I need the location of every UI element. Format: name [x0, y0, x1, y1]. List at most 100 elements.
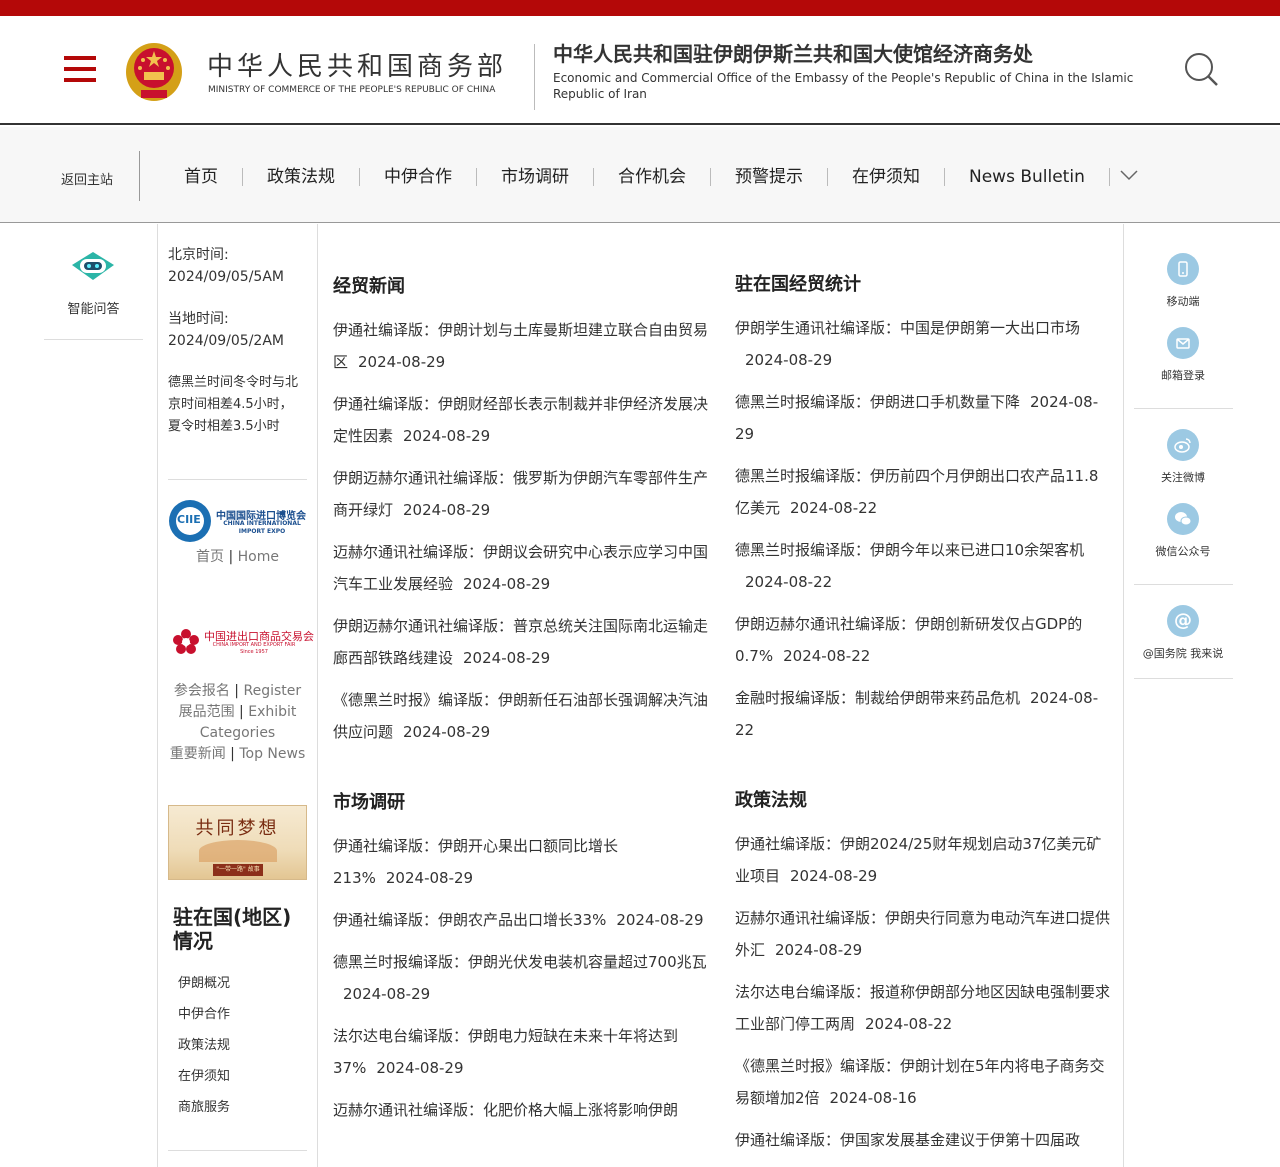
news-headline[interactable]: 德黑兰时报编译版：伊朗进口手机数量下降 — [735, 393, 1020, 411]
canton-news-cn-link[interactable]: 重要新闻 — [170, 746, 226, 762]
news-headline[interactable]: 伊通社编译版：伊朗财经部长表示制裁并非伊经济发展决定性因素 — [333, 395, 708, 445]
news-item[interactable]: 伊朗迈赫尔通讯社编译版：伊朗创新研发仅占GDP的0.7% 2024-08-22 — [735, 608, 1110, 672]
news-item[interactable]: 伊通社编译版：伊朗财经部长表示制裁并非伊经济发展决定性因素 2024-08-29 — [333, 388, 708, 452]
section-title[interactable]: 政策法规 — [735, 786, 1110, 816]
nav-item-opportunities[interactable]: 合作机会 — [594, 168, 711, 186]
dream-banner-title: 共同梦想 — [195, 818, 280, 839]
news-item[interactable]: 伊通社编译版：伊朗2024/25财年规划启动37亿美元矿业项目 2024-08-2… — [735, 828, 1110, 892]
section-title[interactable]: 市场调研 — [333, 788, 708, 818]
top-red-bar — [0, 0, 1280, 16]
news-date: 2024-08-29 — [385, 869, 474, 887]
region-link-overview[interactable]: 伊朗概况 — [178, 973, 230, 1004]
dream-banner-art — [199, 840, 277, 862]
news-item[interactable]: 迈赫尔通讯社编译版：化肥价格大幅上涨将影响伊朗 — [333, 1094, 708, 1126]
news-item[interactable]: 德黑兰时报编译版：伊朗光伏发电装机容量超过700兆瓦 2024-08-29 — [333, 946, 708, 1010]
news-item[interactable]: 伊通社编译版：伊朗农产品出口增长33% 2024-08-29 — [333, 904, 708, 936]
robot-icon[interactable] — [70, 248, 116, 284]
mobile-label: 移动端 — [1166, 295, 1200, 308]
news-item[interactable]: 迈赫尔通讯社编译版：伊朗议会研究中心表示应学习中国汽车工业发展经验 2024-08… — [333, 536, 708, 600]
search-icon[interactable] — [1183, 51, 1219, 87]
region-link-policy[interactable]: 政策法规 — [178, 1035, 230, 1066]
canton-exhibit-cn-link[interactable]: 展品范围 — [179, 704, 235, 720]
region-link-cooperation[interactable]: 中伊合作 — [178, 1004, 230, 1035]
beijing-time: 北京时间: 2024/09/05/5AM — [168, 244, 284, 288]
weibo-label: 关注微博 — [1161, 471, 1205, 484]
nav-item-alerts[interactable]: 预警提示 — [711, 168, 828, 186]
wechat-link[interactable]: 微信公众号 — [1134, 503, 1232, 559]
ciie-home-cn-link[interactable]: 首页 — [196, 549, 224, 565]
news-item[interactable]: 德黑兰时报编译版：伊历前四个月伊朗出口农产品11.8亿美元 2024-08-22 — [735, 460, 1110, 524]
canton-register-cn-link[interactable]: 参会报名 — [174, 683, 230, 699]
region-link-travel[interactable]: 商旅服务 — [178, 1097, 230, 1128]
news-item[interactable]: 伊朗迈赫尔通讯社编译版：俄罗斯为伊朗汽车零部件生产商开绿灯 2024-08-29 — [333, 462, 708, 526]
news-item[interactable]: 《德黑兰时报》编译版：伊朗计划在5年内将电子商务交易额增加2倍 2024-08-1… — [735, 1050, 1110, 1114]
news-item[interactable]: 德黑兰时报编译版：伊朗进口手机数量下降 2024-08-29 — [735, 386, 1110, 450]
news-item[interactable]: 伊朗迈赫尔通讯社编译版：普京总统关注国际南北运输走廊西部铁路线建设 2024-08… — [333, 610, 708, 674]
chevron-down-icon[interactable] — [1119, 167, 1139, 183]
nav-item-policy[interactable]: 政策法规 — [243, 168, 360, 186]
region-links: 伊朗概况 中伊合作 政策法规 在伊须知 商旅服务 — [178, 973, 230, 1128]
canton-flower-icon — [173, 629, 199, 654]
section-title[interactable]: 经贸新闻 — [333, 272, 708, 302]
canton-since: Since 1957 — [240, 649, 268, 655]
back-to-main-site-link[interactable]: 返回主站 — [61, 169, 113, 188]
news-item[interactable]: 迈赫尔通讯社编译版：伊朗央行同意为电动汽车进口提供外汇 2024-08-29 — [735, 902, 1110, 966]
ciie-home-en-link[interactable]: Home — [238, 549, 279, 565]
state-council-label: @国务院 我来说 — [1142, 647, 1224, 660]
news-date: 2024-08-29 — [790, 867, 878, 885]
nav-item-notice[interactable]: 在伊须知 — [828, 168, 945, 186]
news-headline[interactable]: 金融时报编译版：制裁给伊朗带来药品危机 — [735, 689, 1020, 707]
mail-login-link[interactable]: 邮箱登录 — [1134, 327, 1232, 383]
nav-item-market-research[interactable]: 市场调研 — [477, 168, 594, 186]
ciie-abbr: CIIE — [177, 513, 201, 526]
at-icon: @ — [1167, 605, 1199, 637]
state-council-link[interactable]: @ @国务院 我来说 — [1134, 605, 1232, 661]
main-nav: 返回主站 首页 政策法规 中伊合作 市场调研 合作机会 预警提示 在伊须知 Ne… — [0, 127, 1280, 223]
news-item[interactable]: 法尔达电台编译版：伊朗电力短缺在未来十年将达到37% 2024-08-29 — [333, 1020, 708, 1084]
canton-register-en-link[interactable]: Register — [243, 683, 301, 699]
news-headline[interactable]: 《德黑兰时报》编译版：伊朗新任石油部长强调解决汽油供应问题 — [333, 691, 708, 741]
mobile-link[interactable]: 移动端 — [1134, 253, 1232, 309]
nav-item-cooperation[interactable]: 中伊合作 — [360, 168, 477, 186]
menu-icon[interactable] — [64, 56, 96, 82]
ciie-links: 首页 | Home — [196, 549, 279, 565]
news-headline[interactable]: 伊通社编译版：伊国家发展基金建议于伊第十四届政 — [735, 1131, 1080, 1149]
news-item[interactable]: 伊朗学生通讯社编译版：中国是伊朗第一大出口市场 2024-08-29 — [735, 312, 1110, 376]
news-headline[interactable]: 伊通社编译版：伊朗开心果出口额同比增长213% — [333, 837, 618, 887]
news-headline[interactable]: 德黑兰时报编译版：伊朗光伏发电装机容量超过700兆瓦 — [333, 953, 707, 971]
national-emblem-icon[interactable] — [123, 38, 185, 102]
dream-banner-subtitle: "一带一路" 故事 — [213, 864, 263, 876]
wechat-icon — [1167, 503, 1199, 535]
news-headline[interactable]: 伊通社编译版：伊朗农产品出口增长33% — [333, 911, 606, 929]
news-section-market: 市场调研 伊通社编译版：伊朗开心果出口额同比增长213% 2024-08-29 伊… — [333, 788, 708, 1136]
news-item[interactable]: 伊通社编译版：伊国家发展基金建议于伊第十四届政 — [735, 1124, 1110, 1156]
ciie-logo[interactable]: CIIE 中国国际进口博览会 CHINA INTERNATIONAL IMPOR… — [168, 499, 308, 547]
news-section-trade: 经贸新闻 伊通社编译版：伊朗计划与土库曼斯坦建立联合自由贸易区 2024-08-2… — [333, 272, 708, 758]
canton-news-en-link[interactable]: Top News — [239, 746, 305, 762]
news-item[interactable]: 德黑兰时报编译版：伊朗今年以来已进口10余架客机 2024-08-22 — [735, 534, 1110, 598]
news-date: 2024-08-29 — [463, 575, 551, 593]
canton-links: 参会报名 | Register 展品范围 | Exhibit Categorie… — [169, 683, 306, 762]
region-link-notice[interactable]: 在伊须知 — [178, 1066, 230, 1097]
wechat-label: 微信公众号 — [1155, 545, 1211, 558]
news-item[interactable]: 伊通社编译版：伊朗开心果出口额同比增长213% 2024-08-29 — [333, 830, 708, 894]
office-title-cn: 中华人民共和国驻伊朗伊斯兰共和国大使馆经济商务处 — [553, 42, 1033, 66]
news-headline[interactable]: 德黑兰时报编译版：伊朗今年以来已进口10余架客机 — [735, 541, 1084, 559]
news-headline[interactable]: 《德黑兰时报》编译版：伊朗计划在5年内将电子商务交易额增加2倍 — [735, 1057, 1105, 1107]
nav-item-home[interactable]: 首页 — [160, 168, 243, 186]
news-item[interactable]: 金融时报编译版：制裁给伊朗带来药品危机 2024-08-22 — [735, 682, 1110, 746]
news-item[interactable]: 伊通社编译版：伊朗计划与土库曼斯坦建立联合自由贸易区 2024-08-29 — [333, 314, 708, 378]
news-headline[interactable]: 迈赫尔通讯社编译版：化肥价格大幅上涨将影响伊朗 — [333, 1101, 678, 1119]
section-title[interactable]: 驻在国经贸统计 — [735, 270, 1110, 300]
news-item[interactable]: 《德黑兰时报》编译版：伊朗新任石油部长强调解决汽油供应问题 2024-08-29 — [333, 684, 708, 748]
weibo-link[interactable]: 关注微博 — [1134, 429, 1232, 485]
assistant-panel[interactable]: 智能问答 — [44, 224, 143, 340]
common-dream-banner[interactable]: 共同梦想 "一带一路" 故事 — [168, 805, 307, 880]
ministry-name-en: MINISTRY OF COMMERCE OF THE PEOPLE'S REP… — [208, 85, 496, 95]
canton-fair-logo[interactable]: 中国进出口商品交易会 CHINA IMPORT AND EXPORT FAIR … — [172, 624, 314, 660]
news-item[interactable]: 法尔达电台编译版：报道称伊朗部分地区因缺电强制要求工业部门停工两周 2024-08… — [735, 976, 1110, 1040]
news-headline[interactable]: 伊朗学生通讯社编译版：中国是伊朗第一大出口市场 — [735, 319, 1080, 337]
news-headline[interactable]: 伊朗迈赫尔通讯社编译版：俄罗斯为伊朗汽车零部件生产商开绿灯 — [333, 469, 708, 519]
nav-item-news-bulletin[interactable]: News Bulletin — [945, 168, 1110, 186]
news-date: 2024-08-22 — [865, 1015, 953, 1033]
